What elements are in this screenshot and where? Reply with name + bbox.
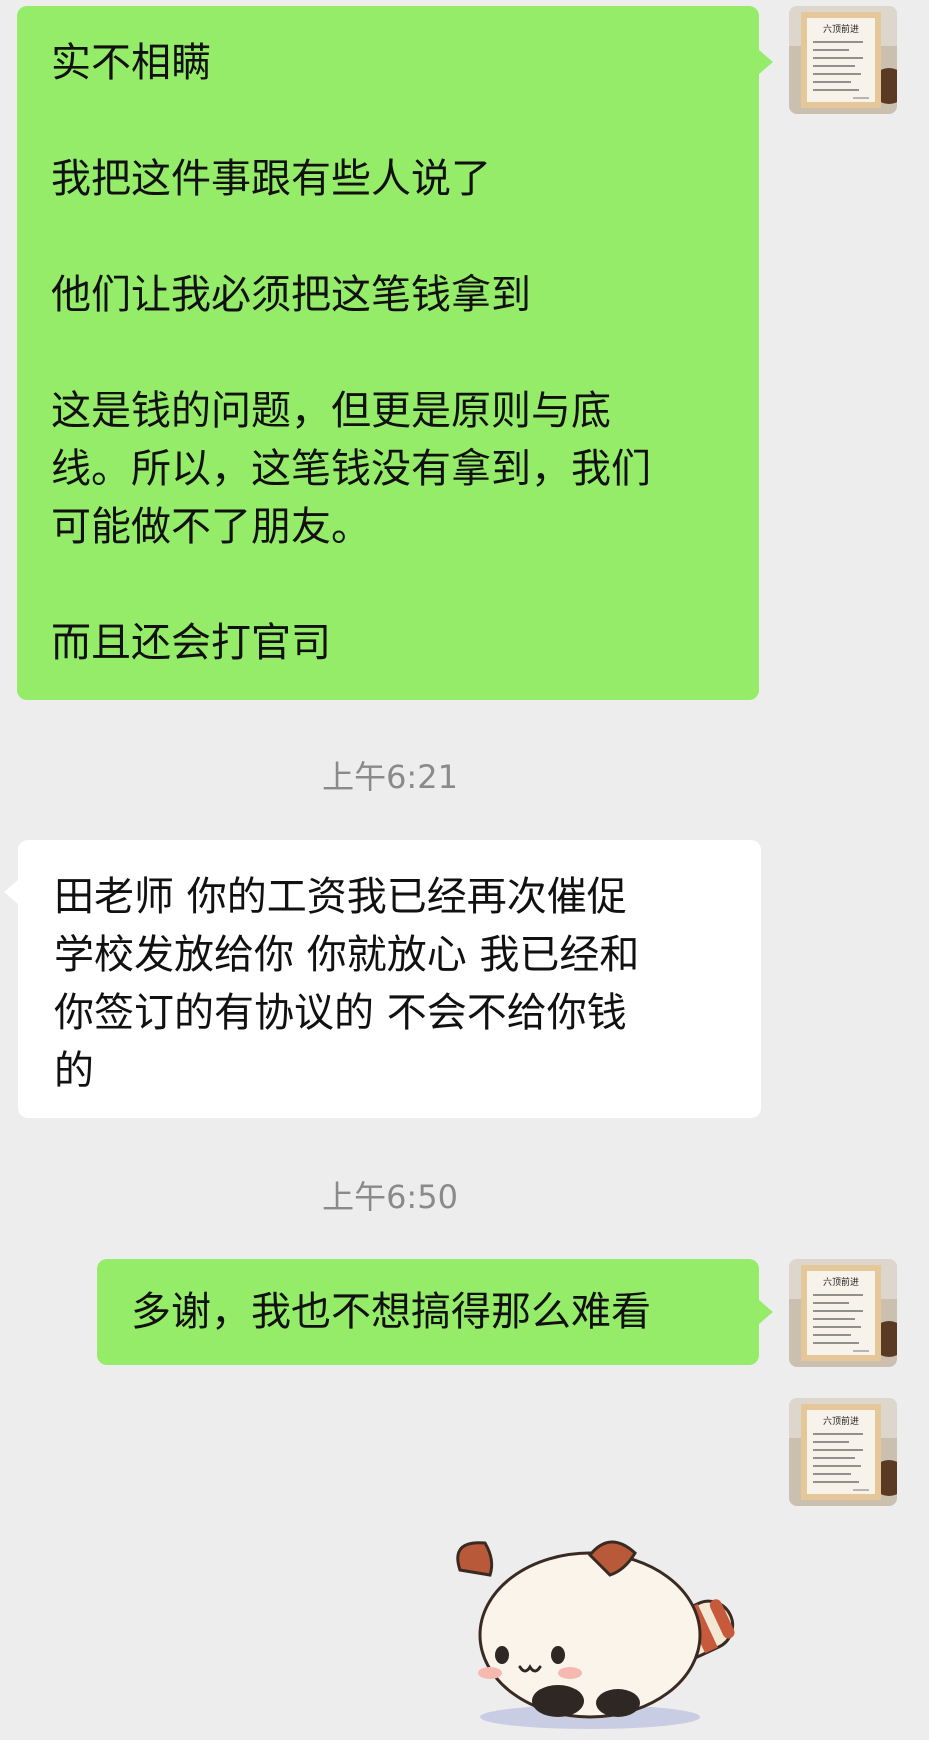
svg-text:六顶前进: 六顶前进 bbox=[823, 23, 859, 35]
message-text: 而且还会打官司 bbox=[51, 620, 331, 666]
message-text: 线。所以，这笔钱没有拿到，我们 bbox=[51, 446, 651, 492]
avatar[interactable]: 六顶前进 bbox=[789, 1259, 897, 1367]
message-text: 我把这件事跟有些人说了 bbox=[51, 156, 491, 202]
avatar[interactable]: 六顶前进 bbox=[789, 6, 897, 114]
message-bubble-sent[interactable]: 实不相瞒 我把这件事跟有些人说了 他们让我必须把这笔钱拿到 这是钱的问题，但更是… bbox=[17, 6, 759, 700]
red-panda-sticker-icon bbox=[456, 1540, 735, 1729]
bubble-tail bbox=[759, 1300, 773, 1324]
message-text: 田老师 你的工资我已经再次催促 bbox=[54, 874, 627, 920]
sticker-message[interactable] bbox=[440, 1515, 760, 1739]
message-timestamp: 上午6:50 bbox=[322, 1178, 458, 1216]
bubble-tail bbox=[759, 50, 773, 74]
message-text: 你签订的有协议的 不会不给你钱 bbox=[54, 990, 627, 1036]
svg-text:六顶前进: 六顶前进 bbox=[823, 1276, 859, 1288]
message-bubble-sent[interactable]: 多谢，我也不想搞得那么难看 bbox=[97, 1259, 759, 1365]
message-text: 可能做不了朋友。 bbox=[51, 504, 371, 550]
framed-poster-avatar-icon: 六顶前进 bbox=[789, 6, 897, 114]
framed-poster-avatar-icon: 六顶前进 bbox=[789, 1259, 897, 1367]
message-timestamp: 上午6:21 bbox=[322, 758, 458, 796]
avatar[interactable]: 六顶前进 bbox=[789, 1398, 897, 1506]
framed-poster-avatar-icon: 六顶前进 bbox=[789, 1398, 897, 1506]
message-text: 学校发放给你 你就放心 我已经和 bbox=[54, 932, 640, 978]
svg-text:六顶前进: 六顶前进 bbox=[823, 1415, 859, 1427]
message-bubble-received[interactable]: 田老师 你的工资我已经再次催促 学校发放给你 你就放心 我已经和 你签订的有协议… bbox=[18, 840, 761, 1118]
message-text: 他们让我必须把这笔钱拿到 bbox=[51, 272, 531, 318]
message-text: 这是钱的问题，但更是原则与底 bbox=[51, 388, 611, 434]
message-text: 多谢，我也不想搞得那么难看 bbox=[131, 1289, 651, 1335]
message-text: 的 bbox=[54, 1048, 94, 1094]
message-text: 实不相瞒 bbox=[51, 40, 211, 86]
bubble-tail bbox=[4, 880, 18, 904]
